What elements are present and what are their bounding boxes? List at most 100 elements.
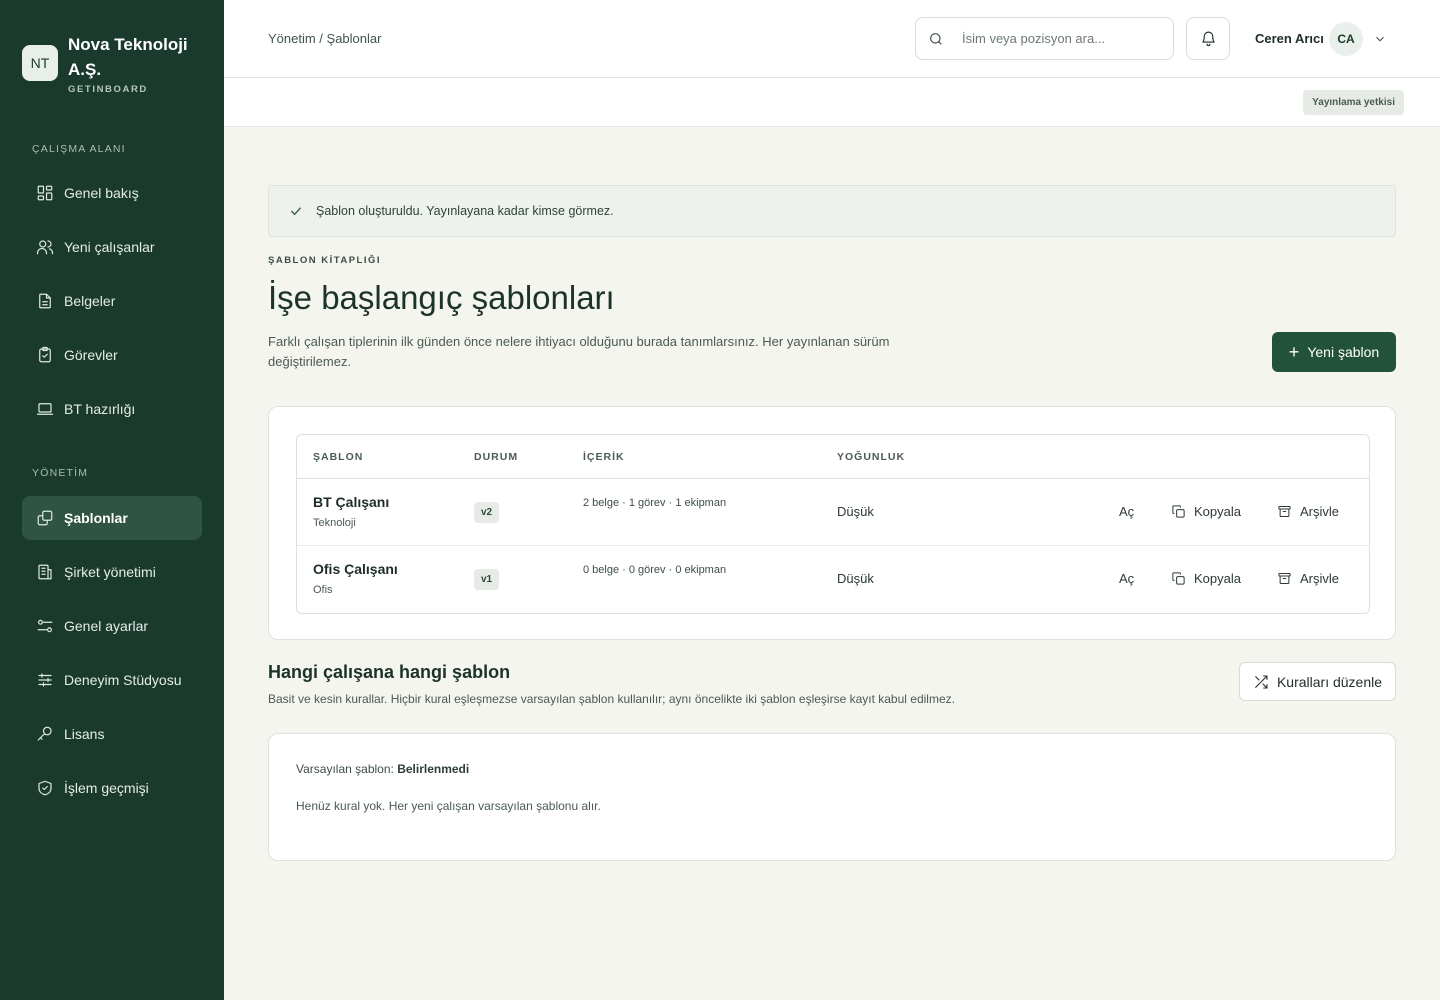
sliders-icon xyxy=(38,673,52,687)
topbar: Yönetim / Şablonlar Ceren Arıcı CA xyxy=(224,0,1440,78)
open-label: Aç xyxy=(1119,504,1135,519)
brand: NT Nova Teknoloji A.Ş. GETINBOARD xyxy=(22,32,198,95)
workspace-section-label: ÇALIŞMA ALANI xyxy=(32,143,126,155)
breadcrumb: Yönetim / Şablonlar xyxy=(268,31,382,46)
sidebar-item-new-employees[interactable]: Yeni çalışanlar xyxy=(22,225,202,269)
laptop-icon xyxy=(36,403,54,415)
column-header-content: İÇERİK xyxy=(583,451,625,463)
new-template-label: Yeni şablon xyxy=(1307,344,1380,360)
shuffle-icon xyxy=(1255,674,1268,689)
column-header-template: ŞABLON xyxy=(313,451,364,463)
bell-icon xyxy=(1201,31,1215,47)
building-icon xyxy=(38,564,52,580)
open-button[interactable]: Aç xyxy=(1119,571,1134,586)
open-button[interactable]: Aç xyxy=(1119,504,1134,519)
copy-icon xyxy=(1172,572,1185,585)
default-template-label: Varsayılan şablon: xyxy=(296,762,394,776)
copy-label: Kopyala xyxy=(1194,571,1241,586)
clipboard-check-icon xyxy=(39,346,51,363)
template-category: Ofis xyxy=(313,584,333,596)
sidebar-item-experience-studio[interactable]: Deneyim Stüdyosu xyxy=(22,658,202,702)
template-content: 2 belge · 1 görev · 1 ekipman xyxy=(583,497,727,509)
sidebar-item-label: Yeni çalışanlar xyxy=(64,239,155,255)
edit-rules-label: Kuralları düzenle xyxy=(1276,673,1383,690)
archive-button[interactable]: Arşivle xyxy=(1277,571,1339,586)
archive-icon xyxy=(1278,506,1291,517)
templates-table: ŞABLON DURUM İÇERİK YOĞUNLUK BT Çalışanı… xyxy=(296,434,1370,614)
templates-card: ŞABLON DURUM İÇERİK YOĞUNLUK BT Çalışanı… xyxy=(268,406,1396,640)
copy-label: Kopyala xyxy=(1194,504,1241,519)
copy-button[interactable]: Kopyala xyxy=(1171,504,1241,519)
new-template-button[interactable]: + Yeni şablon xyxy=(1272,332,1396,372)
search-input[interactable] xyxy=(962,31,1152,46)
section-kicker: ŞABLON KİTAPLIĞI xyxy=(268,255,382,266)
rules-empty-message: Henüz kural yok. Her yeni çalışan varsay… xyxy=(296,799,601,813)
page-description: Farklı çalışan tiplerinin ilk günden önc… xyxy=(268,334,890,369)
rules-title: Hangi çalışana hangi şablon xyxy=(268,662,511,682)
archive-button[interactable]: Arşivle xyxy=(1277,504,1339,519)
key-icon xyxy=(37,726,52,741)
sidebar-item-templates[interactable]: Şablonlar xyxy=(22,496,202,540)
check-icon xyxy=(290,207,302,216)
template-category: Teknoloji xyxy=(313,517,356,529)
sidebar: NT Nova Teknoloji A.Ş. GETINBOARD ÇALIŞM… xyxy=(0,0,224,1000)
search-box[interactable] xyxy=(915,17,1174,60)
copy-icon xyxy=(1172,505,1185,518)
notifications-button[interactable] xyxy=(1186,17,1230,60)
sidebar-item-tasks[interactable]: Görevler xyxy=(22,333,202,377)
default-template-value: Belirlenmedi xyxy=(397,762,470,776)
sidebar-item-label: Deneyim Stüdyosu xyxy=(64,672,182,688)
sidebar-item-overview[interactable]: Genel bakış xyxy=(22,171,202,215)
rules-description: Basit ve kesin kurallar. Hiçbir kural eş… xyxy=(268,692,955,706)
table-row: BT Çalışanı Teknoloji v2 2 belge · 1 gör… xyxy=(297,479,1369,546)
sidebar-item-label: İşlem geçmişi xyxy=(64,780,149,796)
template-load: Düşük xyxy=(837,571,874,586)
plus-icon: + xyxy=(1288,342,1300,362)
archive-label: Arşivle xyxy=(1300,504,1340,519)
template-content: 0 belge · 0 görev · 0 ekipman xyxy=(583,564,727,576)
sidebar-item-license[interactable]: Lisans xyxy=(22,712,202,756)
subbar: Yayınlama yetkisi xyxy=(224,78,1440,127)
toggles-icon xyxy=(37,619,53,633)
column-header-load: YOĞUNLUK xyxy=(837,451,906,463)
company-name: Nova Teknoloji A.Ş. xyxy=(68,35,188,79)
table-header: ŞABLON DURUM İÇERİK YOĞUNLUK xyxy=(297,435,1369,479)
sidebar-item-label: BT hazırlığı xyxy=(64,401,136,417)
sidebar-item-documents[interactable]: Belgeler xyxy=(22,279,202,323)
avatar[interactable]: CA xyxy=(1329,22,1363,56)
sidebar-item-company-management[interactable]: Şirket yönetimi xyxy=(22,550,202,594)
sidebar-item-label: Şablonlar xyxy=(64,510,128,526)
sidebar-item-label: Lisans xyxy=(64,726,105,742)
rules-card: Varsayılan şablon: Belirlenmedi Henüz ku… xyxy=(268,733,1396,861)
open-label: Aç xyxy=(1119,571,1135,586)
default-template-line: Varsayılan şablon: Belirlenmedi xyxy=(296,762,469,776)
sidebar-item-it-readiness[interactable]: BT hazırlığı xyxy=(22,387,202,431)
document-icon xyxy=(39,293,51,309)
users-icon xyxy=(36,240,54,255)
success-toast: Şablon oluşturuldu. Yayınlayana kadar ki… xyxy=(268,185,1396,237)
template-name: Ofis Çalışanı xyxy=(313,561,398,577)
copy-button[interactable]: Kopyala xyxy=(1171,571,1241,586)
sidebar-item-label: Görevler xyxy=(64,347,118,363)
chevron-down-icon[interactable] xyxy=(1373,32,1387,46)
sidebar-item-label: Şirket yönetimi xyxy=(64,564,156,580)
toast-message: Şablon oluşturuldu. Yayınlayana kadar ki… xyxy=(316,204,614,218)
management-section-label: YÖNETİM xyxy=(32,467,89,479)
product-name: GETINBOARD xyxy=(68,84,148,95)
permission-badge: Yayınlama yetkisi xyxy=(1303,90,1404,115)
sidebar-item-activity-log[interactable]: İşlem geçmişi xyxy=(22,766,202,810)
template-name: BT Çalışanı xyxy=(313,494,390,510)
grid-icon xyxy=(37,185,53,201)
sidebar-item-label: Genel bakış xyxy=(64,185,139,201)
search-icon xyxy=(930,32,942,45)
sidebar-item-general-settings[interactable]: Genel ayarlar xyxy=(22,604,202,648)
user-name[interactable]: Ceren Arıcı xyxy=(1255,31,1324,46)
archive-label: Arşivle xyxy=(1300,571,1340,586)
archive-icon xyxy=(1278,573,1291,584)
table-row: Ofis Çalışanı Ofis v1 0 belge · 0 görev … xyxy=(297,546,1369,613)
copy-icon xyxy=(37,510,53,526)
brand-logo: NT xyxy=(22,45,58,81)
edit-rules-button[interactable]: Kuralları düzenle xyxy=(1239,662,1396,701)
template-load: Düşük xyxy=(837,504,874,519)
version-badge: v1 xyxy=(474,569,500,590)
